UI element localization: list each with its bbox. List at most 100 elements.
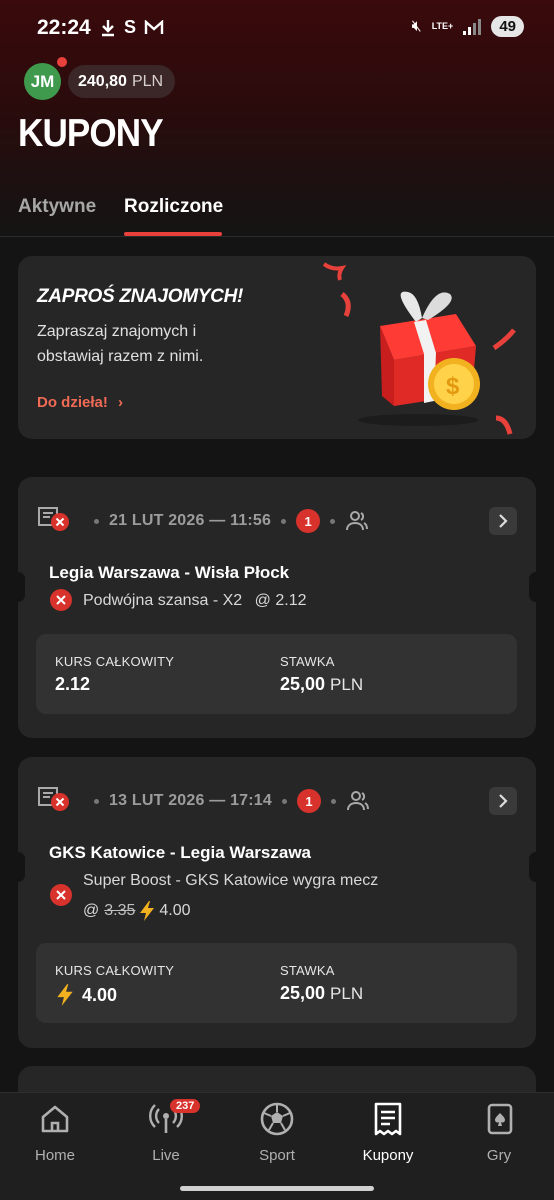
chevron-right-icon — [499, 794, 508, 808]
old-odds: 3.35 — [104, 902, 136, 919]
promo-text: Zapraszaj znajomych i obstawiaj razem z … — [37, 323, 204, 365]
signal-icon — [463, 18, 482, 35]
bet-summary: KURS CAŁKOWITY 2.12 STAWKA 25,00 PLN — [36, 634, 517, 714]
separator-dot — [94, 798, 99, 804]
bet-meta: 21 LUT 2026 — 11:56 1 — [36, 501, 369, 541]
nav-label: Kupony — [362, 1147, 414, 1164]
separator-dot — [94, 518, 99, 524]
stake-currency: PLN — [330, 983, 364, 1003]
ticket-notch — [11, 852, 25, 882]
selection-odds: @ 2.12 — [254, 592, 307, 609]
battery-indicator: 49 — [491, 16, 524, 37]
home-indicator[interactable] — [180, 1186, 374, 1191]
bet-date: 13 LUT 2026 — 17:14 — [109, 792, 272, 809]
app-s-icon: S — [124, 17, 137, 37]
bet-selection: Podwójna szansa - X2 @ 2.12 — [83, 592, 306, 610]
nav-kupony[interactable]: Kupony — [333, 1093, 443, 1178]
live-count-badge: 237 — [170, 1099, 201, 1113]
ticket-notch — [11, 572, 25, 602]
avatar[interactable]: JM — [24, 63, 61, 100]
selection-count-badge: 1 — [296, 509, 321, 533]
boosted-odds: @ 3.35 4.00 — [83, 900, 191, 922]
nav-label: Gry — [486, 1147, 512, 1164]
chevron-right-icon — [499, 514, 508, 528]
nav-home[interactable]: Home — [0, 1093, 110, 1178]
total-odds-amount: 4.00 — [82, 984, 118, 1005]
bet-match: GKS Katowice - Legia Warszawa — [49, 843, 311, 862]
nav-gry[interactable]: Gry — [444, 1093, 554, 1178]
mute-icon: 🔇︎ — [411, 17, 422, 35]
nav-sport[interactable]: Sport — [222, 1093, 332, 1178]
bet-card[interactable]: 13 LUT 2026 — 17:14 1 GKS Katowice - Leg… — [11, 757, 543, 1048]
stake-currency: PLN — [330, 674, 364, 694]
status-bar: 22:24 S 🔇︎ LTE+ 49 — [0, 0, 554, 56]
soccer-ball-icon — [260, 1102, 294, 1136]
ticket-notch — [529, 572, 543, 602]
cards-icon — [487, 1103, 513, 1135]
home-icon — [41, 1105, 69, 1133]
bet-meta: 13 LUT 2026 — 17:14 1 — [36, 781, 370, 821]
nav-label: Sport — [259, 1147, 295, 1164]
separator-dot — [282, 798, 287, 804]
odds-prefix: @ — [83, 902, 100, 919]
tab-aktywne[interactable]: Aktywne — [18, 196, 96, 218]
tab-rozliczone[interactable]: Rozliczone — [124, 196, 223, 218]
download-icon — [102, 19, 114, 36]
total-odds-value: 4.00 — [55, 983, 117, 1007]
selection-count-badge: 1 — [297, 789, 321, 813]
selection-text: Podwójna szansa - X2 — [83, 592, 243, 609]
bet-date: 21 LUT 2026 — 11:56 — [109, 512, 272, 529]
svg-text:$: $ — [446, 373, 460, 400]
gift-illustration: $ — [322, 262, 516, 435]
new-odds: 4.00 — [159, 902, 191, 919]
network-indicator: LTE+ — [431, 21, 454, 31]
page-title: KUPONY — [18, 112, 164, 155]
separator-dot — [330, 518, 336, 524]
stake-value: 25,00 PLN — [280, 674, 363, 695]
coupon-lost-icon — [36, 504, 70, 538]
stake-amount: 25,00 — [280, 674, 326, 694]
balance-currency: PLN — [131, 72, 164, 90]
coupon-lost-icon — [36, 784, 70, 818]
status-time: 22:24 — [37, 16, 91, 39]
bottom-navigation: Home 237 Live Sport Kupony Gry — [0, 1092, 554, 1200]
bet-match: Legia Warszawa - Wisła Płock — [49, 563, 290, 582]
separator-dot — [331, 798, 336, 804]
lightning-icon — [57, 984, 73, 1006]
share-users-icon[interactable] — [345, 510, 369, 532]
lost-selection-icon — [50, 589, 72, 611]
nav-live[interactable]: 237 Live — [111, 1093, 221, 1178]
stake-label: STAWKA — [280, 963, 335, 978]
promo-link[interactable]: Do dzieła! › — [37, 394, 123, 411]
stake-value: 25,00 PLN — [280, 983, 363, 1004]
lightning-icon — [140, 901, 155, 921]
bet-details-button[interactable] — [489, 507, 517, 535]
bet-card[interactable]: 21 LUT 2026 — 11:56 1 Legia Warszawa - W… — [11, 477, 543, 738]
ticket-notch — [529, 852, 543, 882]
nav-label: Home — [34, 1147, 75, 1164]
notification-icons: S — [100, 17, 164, 38]
total-odds-value: 2.12 — [55, 674, 91, 694]
lost-selection-icon — [50, 884, 72, 906]
coupon-icon — [374, 1102, 402, 1136]
separator-dot — [281, 518, 287, 524]
stake-label: STAWKA — [280, 654, 335, 669]
stake-amount: 25,00 — [280, 983, 326, 1003]
notification-dot — [57, 57, 67, 67]
tabs-divider — [0, 236, 554, 237]
balance-chip[interactable]: 240,80 PLN — [68, 65, 176, 98]
system-icons: 🔇︎ LTE+ 49 — [412, 16, 524, 37]
promo-card[interactable]: ZAPROŚ ZNAJOMYCH! Zapraszaj znajomych i … — [18, 256, 536, 439]
chevron-right-icon: › — [118, 394, 124, 411]
promo-link-label: Do dzieła! — [37, 394, 108, 411]
balance-amount: 240,80 — [78, 72, 127, 90]
total-odds-label: KURS CAŁKOWITY — [55, 654, 175, 669]
selection-text: Super Boost - GKS Katowice wygra mecz — [83, 872, 379, 889]
share-users-icon[interactable] — [346, 790, 370, 812]
promo-title: ZAPROŚ ZNAJOMYCH! — [37, 286, 244, 307]
bet-summary: KURS CAŁKOWITY 4.00 STAWKA 25,00 PLN — [36, 943, 517, 1023]
total-odds-label: KURS CAŁKOWITY — [55, 963, 175, 978]
mail-icon — [144, 19, 164, 34]
nav-label: Live — [152, 1147, 180, 1164]
bet-details-button[interactable] — [489, 787, 517, 815]
